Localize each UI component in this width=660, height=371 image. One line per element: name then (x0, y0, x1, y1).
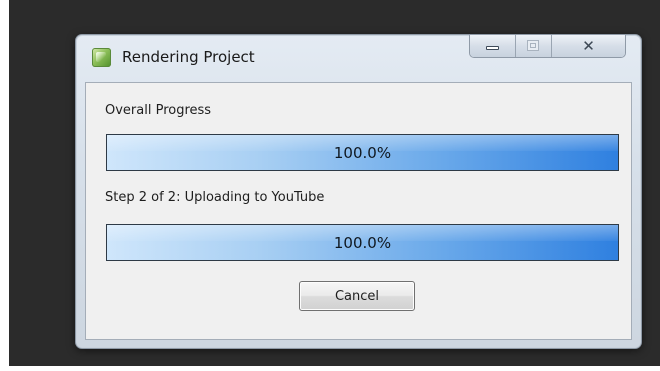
caption-buttons: ✕ (469, 35, 626, 58)
overall-progress-text: 100.0% (333, 143, 392, 162)
step-progress-label: Step 2 of 2: Uploading to YouTube (105, 190, 325, 205)
overall-progress-label: Overall Progress (105, 103, 212, 118)
rendering-dialog: Rendering Project ✕ Overall Progress 100… (75, 34, 642, 349)
maximize-icon (527, 40, 539, 51)
maximize-button[interactable] (516, 35, 552, 57)
cancel-button[interactable]: Cancel (299, 281, 415, 311)
minimize-button[interactable] (470, 35, 516, 57)
close-button[interactable]: ✕ (552, 35, 625, 57)
title-bar[interactable]: Rendering Project ✕ (76, 35, 641, 79)
overall-progress-bar: 100.0% (106, 134, 619, 171)
step-progress-bar: 100.0% (106, 224, 619, 261)
close-icon: ✕ (582, 37, 595, 55)
window-title: Rendering Project (122, 48, 255, 66)
minimize-icon (486, 46, 499, 50)
app-icon (92, 48, 111, 67)
dialog-content: Overall Progress 100.0% Step 2 of 2: Upl… (85, 82, 632, 340)
step-progress-text: 100.0% (333, 233, 392, 252)
